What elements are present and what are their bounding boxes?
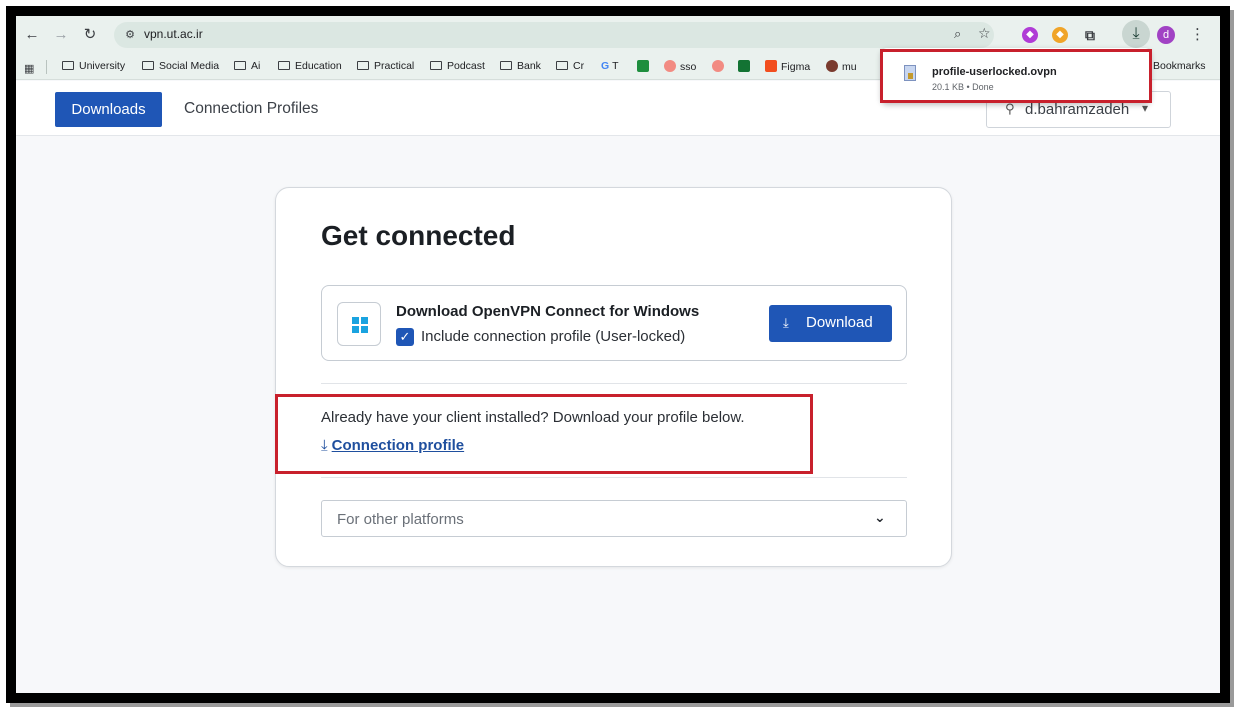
extension-icon[interactable]: ◆ xyxy=(1052,27,1068,43)
bookmark-folder[interactable]: Bank xyxy=(500,60,541,72)
include-profile-checkbox[interactable]: ✓ xyxy=(396,328,414,346)
bookmark-label: T xyxy=(612,60,619,72)
mu-icon xyxy=(826,60,838,72)
chevron-down-icon: ⌄ xyxy=(874,509,886,525)
forward-arrow-icon[interactable]: → xyxy=(51,25,71,45)
bookmark-folder[interactable]: Social Media xyxy=(142,60,219,72)
bookmark-star-icon[interactable]: ☆ xyxy=(978,25,991,42)
bookmark-label: Practical xyxy=(374,60,415,72)
bookmark-folder[interactable]: University xyxy=(62,60,125,72)
bookmark-label: Education xyxy=(295,60,342,72)
windows-logo-icon xyxy=(352,317,368,333)
bookmark-link[interactable]: GT xyxy=(601,60,619,72)
divider xyxy=(321,383,907,384)
folder-icon xyxy=(278,61,290,70)
address-bar[interactable]: ⚙ vpn.ut.ac.ir ⌕ ☆ xyxy=(114,22,994,48)
username: d.bahramzadeh xyxy=(1025,101,1130,118)
windows-download-panel: Download OpenVPN Connect for Windows ✓ I… xyxy=(321,285,907,361)
sheets-icon xyxy=(637,60,649,72)
highlight-box-popup xyxy=(880,49,1152,103)
bookmark-link[interactable]: sso xyxy=(664,60,696,73)
tab-downloads[interactable]: Downloads xyxy=(55,92,162,127)
google-icon: G xyxy=(601,60,610,72)
bookmark-folder[interactable]: Education xyxy=(278,60,342,72)
menu-kebab-icon[interactable]: ⋮ xyxy=(1190,25,1205,43)
folder-icon xyxy=(142,61,154,70)
folder-icon xyxy=(62,61,74,70)
apps-grid-icon[interactable]: ▦ xyxy=(24,62,34,75)
bookmark-folder[interactable]: Ai xyxy=(234,60,260,72)
chart-icon xyxy=(738,60,750,72)
tv-icon xyxy=(712,60,724,72)
bookmark-label: Cr xyxy=(573,60,585,72)
folder-icon xyxy=(556,61,568,70)
all-bookmarks[interactable]: Bookmarks xyxy=(1153,60,1206,72)
folder-icon xyxy=(357,61,369,70)
include-profile-label[interactable]: Include connection profile (User-locked) xyxy=(421,328,685,345)
tab-connection-profiles[interactable]: Connection Profiles xyxy=(184,100,318,118)
folder-icon xyxy=(500,61,512,70)
browser-window: ← → ↻ ⚙ vpn.ut.ac.ir ⌕ ☆ ◆ ◆ ⧉ ⤓ d ⋮ ▦ U… xyxy=(16,16,1220,693)
bookmark-label: Ai xyxy=(251,60,261,72)
bookmark-link[interactable] xyxy=(637,60,653,73)
reload-icon[interactable]: ↻ xyxy=(80,25,100,45)
user-icon: ⚲ xyxy=(1005,101,1015,116)
highlight-box-connection-profile xyxy=(275,394,813,474)
divider xyxy=(321,477,907,478)
bookmark-link[interactable] xyxy=(738,60,754,73)
folder-icon xyxy=(430,61,442,70)
bookmark-label: sso xyxy=(680,61,697,73)
bookmark-label: Social Media xyxy=(159,60,220,72)
url-text[interactable]: vpn.ut.ac.ir xyxy=(144,27,203,41)
bookmark-label: Bank xyxy=(517,60,541,72)
profile-avatar[interactable]: d xyxy=(1157,26,1175,44)
get-connected-card: Get connected Download OpenVPN Connect f… xyxy=(275,187,952,567)
downloads-icon[interactable]: ⤓ xyxy=(1122,20,1150,48)
download-heading: Download OpenVPN Connect for Windows xyxy=(396,303,700,320)
bookmark-link[interactable]: Figma xyxy=(765,60,810,73)
other-platforms-dropdown[interactable]: For other platforms ⌄ xyxy=(321,500,907,537)
bookmark-label: Podcast xyxy=(447,60,485,72)
bookmark-link[interactable] xyxy=(712,60,728,73)
bookmarks-separator xyxy=(46,60,47,74)
tv-icon xyxy=(664,60,676,72)
bookmark-folder[interactable]: Practical xyxy=(357,60,414,72)
zoom-icon[interactable]: ⌕ xyxy=(954,26,961,42)
bookmark-folder[interactable]: Podcast xyxy=(430,60,485,72)
windows-platform-tile xyxy=(337,302,381,346)
bookmark-label: University xyxy=(79,60,126,72)
chevron-down-icon: ▾ xyxy=(1142,101,1149,115)
download-button-label: Download xyxy=(806,314,873,331)
bookmark-label: Figma xyxy=(781,61,811,73)
download-button[interactable]: ⤓ Download xyxy=(769,305,892,342)
bookmark-label: mu xyxy=(842,61,857,73)
site-settings-icon[interactable]: ⚙ xyxy=(122,27,138,43)
download-icon: ⤓ xyxy=(783,315,789,330)
bookmark-folder[interactable]: Cr xyxy=(556,60,584,72)
extension-icon[interactable]: ◆ xyxy=(1022,27,1038,43)
figma-icon xyxy=(765,60,777,72)
bookmark-link[interactable]: mu xyxy=(826,60,857,73)
back-arrow-icon[interactable]: ← xyxy=(22,25,42,45)
puzzle-icon[interactable]: ⧉ xyxy=(1082,27,1098,43)
other-platforms-label: For other platforms xyxy=(337,511,464,528)
page-title: Get connected xyxy=(321,220,516,251)
folder-icon xyxy=(234,61,246,70)
